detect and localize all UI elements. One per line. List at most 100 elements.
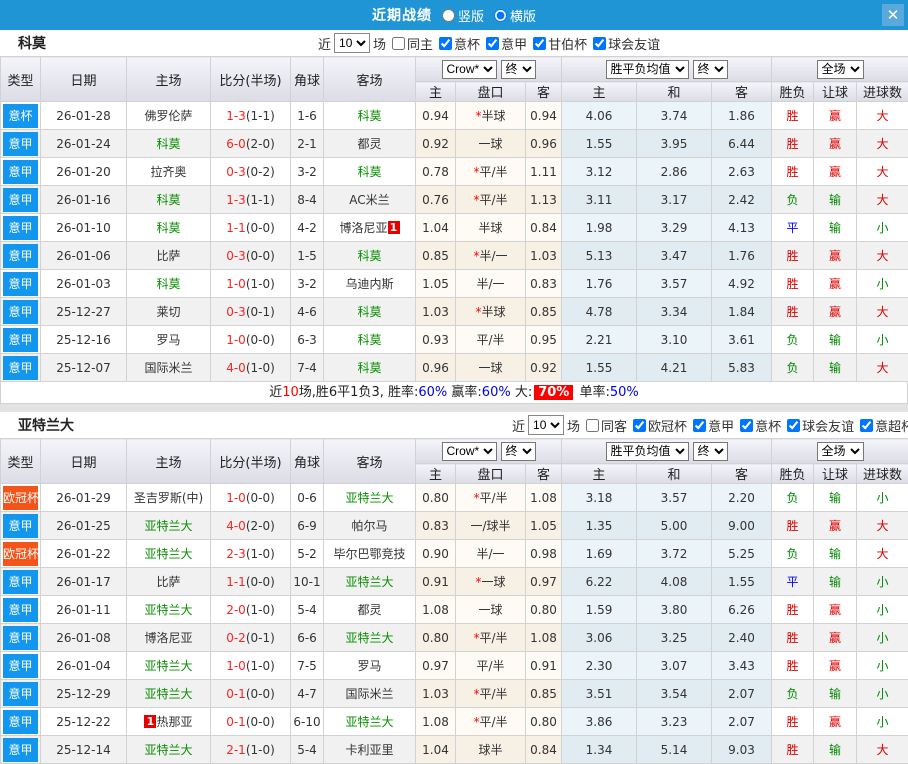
league-type-cell: 意甲 xyxy=(1,326,41,354)
goals-result-cell: 小 xyxy=(857,624,908,652)
subcol-header-euro-away: 客 xyxy=(712,82,772,102)
fulltime-score: 1-0 xyxy=(226,491,246,505)
layout-option-vertical[interactable]: 竖版 xyxy=(442,6,484,25)
team-name-cell: 毕尔巴鄂竞技 xyxy=(333,547,405,561)
same-venue-label: 同客 xyxy=(601,416,627,435)
summary-label-single: 单率: xyxy=(575,385,610,400)
asian-final-select[interactable]: 终 xyxy=(501,60,536,79)
date-cell: 26-01-24 xyxy=(41,130,127,158)
league-filter-4[interactable]: 意超杯 xyxy=(857,416,908,435)
match-row: 意甲26-01-04亚特兰大1-0(1-0)7-5罗马0.97平/半0.912.… xyxy=(1,652,908,680)
goals-result-cell: 大 xyxy=(857,512,908,540)
result-scope-select[interactable]: 全场 xyxy=(817,60,864,79)
asian-line-cell: *半/一 xyxy=(456,242,526,270)
asian-final-select[interactable]: 终 xyxy=(501,442,536,461)
goals-result-cell: 大 xyxy=(857,242,908,270)
vertical-layout-radio[interactable] xyxy=(442,9,455,22)
euro-draw-odds-cell: 3.80 xyxy=(637,596,712,624)
league-filter-checkbox[interactable] xyxy=(860,419,873,432)
euro-home-odds-cell: 1.76 xyxy=(562,270,637,298)
euro-draw-odds-cell: 3.57 xyxy=(637,270,712,298)
close-button[interactable]: ✕ xyxy=(882,4,904,26)
euro-home-odds-cell: 2.30 xyxy=(562,652,637,680)
layout-option-horizontal[interactable]: 横版 xyxy=(494,6,536,25)
league-badge: 意甲 xyxy=(3,132,38,156)
home-team-cell: 亚特兰大 xyxy=(127,736,211,764)
bookmaker-select[interactable]: Crow* xyxy=(442,60,497,79)
bookmaker-select[interactable]: Crow* xyxy=(442,442,497,461)
europe-avg-select[interactable]: 胜平负均值 xyxy=(606,60,689,79)
europe-avg-select[interactable]: 胜平负均值 xyxy=(606,442,689,461)
corner-cell: 2-1 xyxy=(291,130,324,158)
col-header-home: 主场 xyxy=(127,439,211,484)
league-badge: 意甲 xyxy=(3,244,38,268)
score-cell: 0-3(0-0) xyxy=(211,242,291,270)
subcol-header-asian-line: 盘口 xyxy=(456,82,526,102)
league-filter-checkbox[interactable] xyxy=(593,37,606,50)
same-venue-filter[interactable]: 同客 xyxy=(583,416,627,435)
league-filter-checkbox[interactable] xyxy=(439,37,452,50)
fulltime-score: 1-0 xyxy=(226,659,246,673)
col-header-score: 比分(半场) xyxy=(211,57,291,102)
league-filter-checkbox[interactable] xyxy=(740,419,753,432)
away-team-cell: 科莫 xyxy=(324,326,416,354)
league-filter-0[interactable]: 欧冠杯 xyxy=(630,416,687,435)
result-scope-select[interactable]: 全场 xyxy=(817,442,864,461)
league-filter-0[interactable]: 意杯 xyxy=(436,34,480,53)
league-filter-1[interactable]: 意甲 xyxy=(483,34,527,53)
euro-draw-odds-cell: 3.95 xyxy=(637,130,712,158)
away-team-cell: AC米兰 xyxy=(324,186,416,214)
league-filter-checkbox[interactable] xyxy=(633,419,646,432)
recent-count-select[interactable]: 10 xyxy=(334,33,370,53)
league-filter-label: 甘伯杯 xyxy=(548,34,587,53)
date-cell: 26-01-11 xyxy=(41,596,127,624)
away-team-cell: 国际米兰 xyxy=(324,680,416,708)
league-filter-2[interactable]: 甘伯杯 xyxy=(530,34,587,53)
team-name-cell: 亚特兰大 xyxy=(144,743,192,757)
winloss-cell: 负 xyxy=(772,354,814,382)
recent-count-select[interactable]: 10 xyxy=(528,415,564,435)
date-cell: 26-01-25 xyxy=(41,512,127,540)
near-label: 近 xyxy=(318,34,331,53)
league-filter-1[interactable]: 意甲 xyxy=(690,416,734,435)
euro-home-odds-cell: 3.12 xyxy=(562,158,637,186)
score-cell: 6-0(2-0) xyxy=(211,130,291,158)
euro-home-odds-cell: 1.98 xyxy=(562,214,637,242)
league-filter-3[interactable]: 球会友谊 xyxy=(590,34,660,53)
result-header: 全场 xyxy=(772,57,908,82)
league-filter-2[interactable]: 意杯 xyxy=(737,416,781,435)
league-filter-checkbox[interactable] xyxy=(533,37,546,50)
europe-final-select[interactable]: 终 xyxy=(693,442,728,461)
asian-away-odds-cell: 0.80 xyxy=(526,708,562,736)
score-cell: 1-3(1-1) xyxy=(211,186,291,214)
halftime-score: (1-0) xyxy=(246,361,275,375)
horizontal-layout-label: 横版 xyxy=(510,6,536,25)
result-header: 全场 xyxy=(772,439,908,464)
fulltime-score: 0-1 xyxy=(226,715,246,729)
europe-final-select[interactable]: 终 xyxy=(693,60,728,79)
date-cell: 26-01-17 xyxy=(41,568,127,596)
score-cell: 0-1(0-0) xyxy=(211,708,291,736)
match-row: 意甲25-12-29亚特兰大0-1(0-0)4-7国际米兰1.03*平/半0.8… xyxy=(1,680,908,708)
col-header-score: 比分(半场) xyxy=(211,439,291,484)
asian-line-cell: 半/一 xyxy=(456,540,526,568)
same-venue-checkbox[interactable] xyxy=(392,37,405,50)
score-cell: 1-1(0-0) xyxy=(211,568,291,596)
halftime-score: (2-0) xyxy=(246,137,275,151)
league-filter-checkbox[interactable] xyxy=(693,419,706,432)
euro-away-odds-cell: 5.25 xyxy=(712,540,772,568)
euro-home-odds-cell: 1.34 xyxy=(562,736,637,764)
league-filter-label: 意甲 xyxy=(708,416,734,435)
horizontal-layout-radio[interactable] xyxy=(494,9,507,22)
league-badge: 意甲 xyxy=(3,328,38,352)
winloss-cell: 胜 xyxy=(772,596,814,624)
halftime-score: (2-0) xyxy=(246,519,275,533)
league-filter-checkbox[interactable] xyxy=(486,37,499,50)
league-filter-3[interactable]: 球会友谊 xyxy=(784,416,854,435)
league-filter-checkbox[interactable] xyxy=(787,419,800,432)
asian-away-odds-cell: 0.85 xyxy=(526,680,562,708)
same-venue-filter[interactable]: 同主 xyxy=(389,34,433,53)
league-badge: 意甲 xyxy=(3,654,38,678)
same-venue-checkbox[interactable] xyxy=(586,419,599,432)
away-team-cell: 罗马 xyxy=(324,652,416,680)
